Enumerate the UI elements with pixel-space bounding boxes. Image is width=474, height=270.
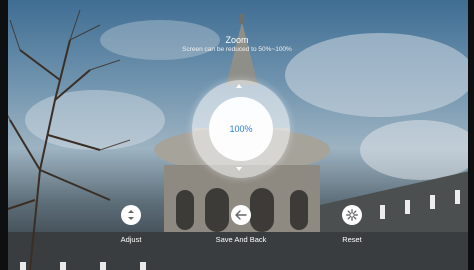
gear-icon <box>346 209 358 221</box>
zoom-value: 100% <box>229 124 253 134</box>
zoom-dial[interactable]: 100% <box>209 97 273 161</box>
zoom-up-arrow-icon[interactable] <box>236 84 242 88</box>
zoom-settings-screen: Zoom Screen can be reduced to 50%~100% 1… <box>0 0 474 270</box>
reset-action[interactable]: Reset <box>312 205 392 244</box>
adjust-vertical-icon <box>128 210 134 220</box>
adjust-button[interactable] <box>121 205 141 225</box>
reset-button[interactable] <box>342 205 362 225</box>
page-subtitle: Screen can be reduced to 50%~100% <box>182 46 292 53</box>
save-and-back-button[interactable] <box>231 205 251 225</box>
adjust-label: Adjust <box>120 235 142 244</box>
zoom-down-arrow-icon[interactable] <box>236 167 242 171</box>
page-title: Zoom <box>225 35 249 45</box>
reset-label: Reset <box>342 235 362 244</box>
arrow-left-icon <box>235 210 247 220</box>
adjust-action[interactable]: Adjust <box>91 205 171 244</box>
save-and-back-action[interactable]: Save And Back <box>201 205 281 244</box>
save-and-back-label: Save And Back <box>215 235 267 244</box>
